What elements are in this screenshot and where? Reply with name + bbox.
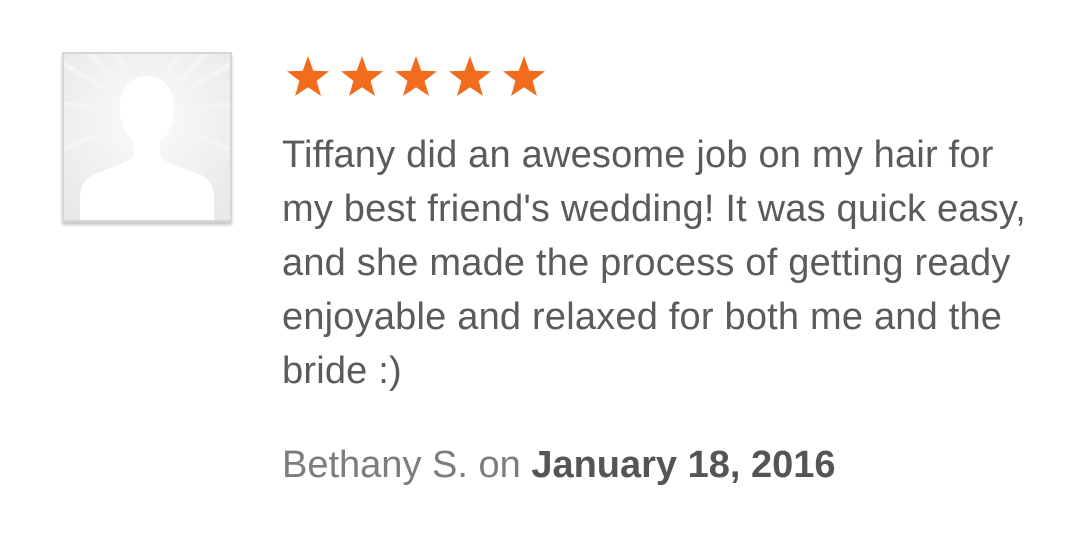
- review-byline: Bethany S. on January 18, 2016: [282, 440, 836, 490]
- review-card: Tiffany did an awesome job on my hair fo…: [0, 0, 1086, 547]
- review-author: Bethany S.: [282, 444, 468, 486]
- star-icon: [287, 56, 329, 96]
- star-icon: [503, 56, 545, 96]
- default-user-silhouette-icon: [64, 54, 230, 220]
- review-text: Tiffany did an awesome job on my hair fo…: [282, 134, 1027, 392]
- star-rating: [282, 52, 550, 100]
- review-date: January 18, 2016: [531, 444, 836, 486]
- star-icon: [395, 56, 437, 96]
- star-icon: [449, 56, 491, 96]
- avatar: [62, 52, 232, 222]
- star-icon: [341, 56, 383, 96]
- byline-on-word: on: [478, 444, 521, 486]
